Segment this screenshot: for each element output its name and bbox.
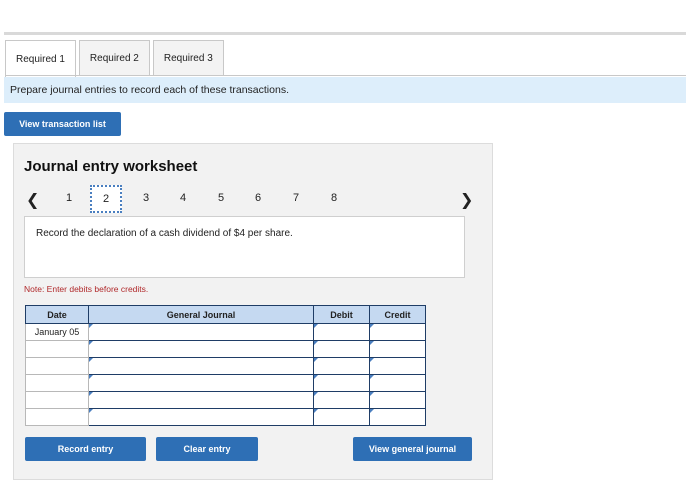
date-cell: January 05 bbox=[25, 323, 89, 341]
table-row: January 05 bbox=[25, 323, 426, 341]
tabs-underline bbox=[5, 75, 686, 76]
debit-input[interactable] bbox=[313, 408, 370, 426]
account-input[interactable] bbox=[88, 357, 314, 375]
record-entry-button[interactable]: Record entry bbox=[25, 437, 146, 461]
date-cell bbox=[25, 408, 89, 426]
clear-entry-button[interactable]: Clear entry bbox=[156, 437, 258, 461]
table-row bbox=[25, 408, 426, 426]
top-divider bbox=[4, 32, 686, 35]
chevron-right-icon[interactable]: ❯ bbox=[460, 190, 473, 210]
transaction-description-text: Record the declaration of a cash dividen… bbox=[36, 228, 293, 239]
view-general-journal-button[interactable]: View general journal bbox=[353, 437, 472, 461]
page-3[interactable]: 3 bbox=[136, 192, 156, 204]
account-input[interactable] bbox=[88, 323, 314, 341]
table-header-row: Date General Journal Debit Credit bbox=[25, 305, 426, 324]
date-cell bbox=[25, 391, 89, 409]
chevron-left-icon[interactable]: ❮ bbox=[26, 190, 39, 210]
worksheet-pagination: ❮ 1 2 3 4 5 6 7 8 ❯ bbox=[14, 185, 494, 214]
instruction-text: Prepare journal entries to record each o… bbox=[10, 84, 289, 96]
debit-input[interactable] bbox=[313, 323, 370, 341]
journal-table: Date General Journal Debit Credit Januar… bbox=[25, 305, 426, 426]
debits-note: Note: Enter debits before credits. bbox=[24, 284, 149, 294]
tab-required-1[interactable]: Required 1 bbox=[5, 40, 76, 77]
debit-input[interactable] bbox=[313, 374, 370, 392]
column-header-debit: Debit bbox=[313, 305, 370, 324]
credit-input[interactable] bbox=[369, 323, 426, 341]
account-input[interactable] bbox=[88, 391, 314, 409]
date-cell bbox=[25, 374, 89, 392]
table-row bbox=[25, 374, 426, 392]
page-6[interactable]: 6 bbox=[248, 192, 268, 204]
date-cell bbox=[25, 340, 89, 358]
account-input[interactable] bbox=[88, 408, 314, 426]
column-header-credit: Credit bbox=[369, 305, 426, 324]
credit-input[interactable] bbox=[369, 340, 426, 358]
credit-input[interactable] bbox=[369, 357, 426, 375]
credit-input[interactable] bbox=[369, 391, 426, 409]
page-4[interactable]: 4 bbox=[173, 192, 193, 204]
table-row bbox=[25, 340, 426, 358]
page-5[interactable]: 5 bbox=[211, 192, 231, 204]
account-input[interactable] bbox=[88, 374, 314, 392]
account-input[interactable] bbox=[88, 340, 314, 358]
journal-entry-worksheet: Journal entry worksheet ❮ 1 2 3 4 5 6 7 … bbox=[13, 143, 493, 480]
page-8[interactable]: 8 bbox=[324, 192, 344, 204]
debit-input[interactable] bbox=[313, 340, 370, 358]
table-row bbox=[25, 391, 426, 409]
page-1[interactable]: 1 bbox=[59, 192, 79, 204]
date-cell bbox=[25, 357, 89, 375]
credit-input[interactable] bbox=[369, 408, 426, 426]
page-7[interactable]: 7 bbox=[286, 192, 306, 204]
requirement-tabs: Required 1 Required 2 Required 3 bbox=[5, 40, 227, 77]
transaction-description: Record the declaration of a cash dividen… bbox=[24, 216, 465, 278]
tab-required-2[interactable]: Required 2 bbox=[78, 40, 150, 76]
tab-required-3[interactable]: Required 3 bbox=[152, 40, 224, 76]
column-header-date: Date bbox=[25, 305, 89, 324]
page-2[interactable]: 2 bbox=[90, 185, 122, 213]
column-header-general-journal: General Journal bbox=[88, 305, 314, 324]
instruction-bar: Prepare journal entries to record each o… bbox=[4, 77, 686, 103]
debit-input[interactable] bbox=[313, 391, 370, 409]
credit-input[interactable] bbox=[369, 374, 426, 392]
worksheet-title: Journal entry worksheet bbox=[24, 158, 198, 175]
table-row bbox=[25, 357, 426, 375]
debit-input[interactable] bbox=[313, 357, 370, 375]
view-transaction-list-button[interactable]: View transaction list bbox=[4, 112, 121, 136]
